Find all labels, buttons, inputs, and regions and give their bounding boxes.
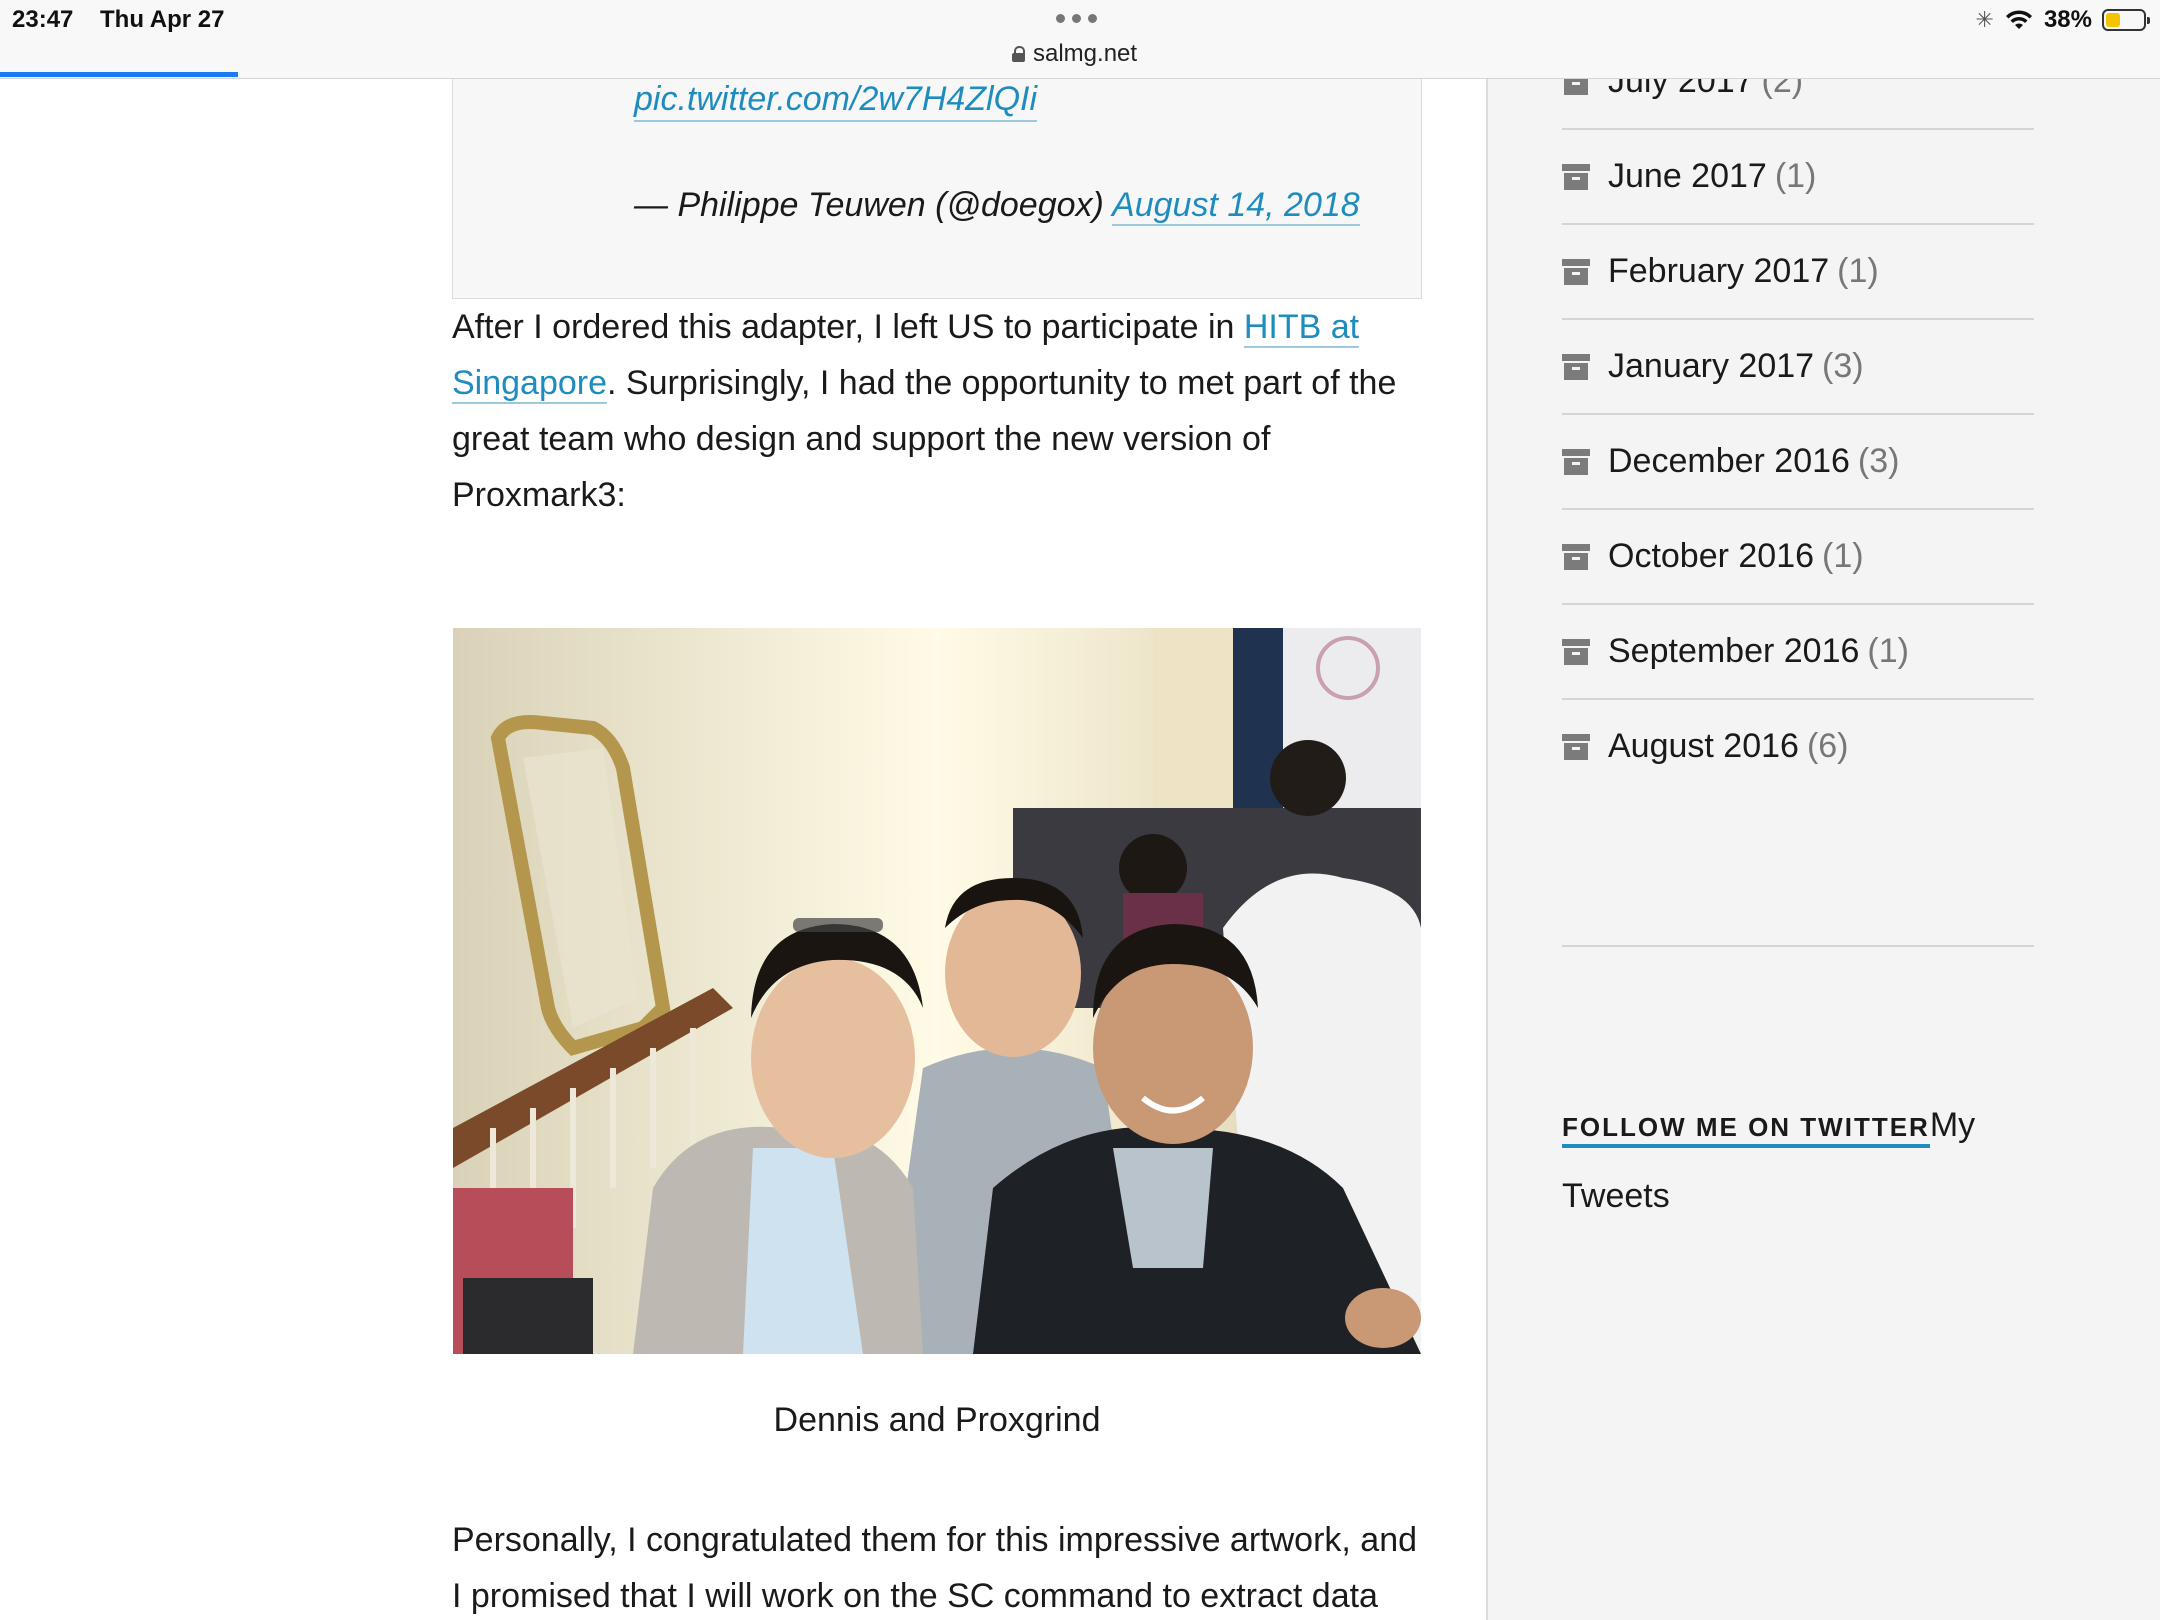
archive-label: September 2016 [1608,632,1860,670]
group-photo [453,628,1421,1354]
my-tweets-link[interactable]: My [1930,1106,1975,1144]
status-indicators: ✳ 38% [1975,6,2150,34]
multitasking-dots-icon[interactable] [1056,14,1097,23]
archive-count: (1) [1867,632,1909,670]
lock-icon [1012,46,1025,62]
battery-percent: 38% [2043,6,2092,33]
status-date: Thu Apr 27 [100,6,225,33]
archive-item[interactable]: January 2017 (3) [1562,320,2034,415]
archive-count: (3) [1822,347,1864,385]
archive-label: February 2017 [1608,252,1830,290]
article-content: pic.twitter.com/2w7H4ZlQIi — Philippe Te… [0,79,1486,1620]
tweets-link[interactable]: Tweets [1562,1177,1670,1216]
tweet-date-link[interactable]: August 14, 2018 [1112,186,1360,226]
archive-item[interactable]: October 2016 (1) [1562,510,2034,605]
archive-count: (1) [1822,537,1864,575]
archive-icon [1562,638,1590,665]
archive-count: (3) [1857,442,1900,480]
archive-item[interactable]: July 2017 (2) [1562,79,2034,130]
twitter-widget-header: Follow Me on TwitterMy [1562,1103,1975,1148]
archive-label: October 2016 [1608,537,1815,575]
article-paragraph: Personally, I congratulated them for thi… [452,1521,1418,1615]
sidebar: July 2017 (2) June 2017 (1) February 2017(… [1486,79,2160,1620]
archives-list: July 2017 (2) June 2017 (1) February 2017(… [1562,79,2034,793]
archive-count: (2) [1761,79,1804,100]
archive-icon [1562,448,1590,475]
archive-label: August 2016 [1608,727,1799,765]
archive-item[interactable]: September 2016 (1) [1562,605,2034,700]
battery-icon [2102,9,2150,31]
archive-icon [1562,543,1590,570]
archive-label: June 2017 [1608,157,1767,195]
archive-count: (6) [1806,727,1849,765]
archive-item[interactable]: June 2017 (1) [1562,130,2034,225]
archive-count: (1) [1837,252,1879,290]
archive-label: December 2016 [1608,442,1850,480]
photo-illustration [453,628,1421,1354]
status-time: 23:47 [12,6,74,33]
archive-item[interactable]: February 2017 (1) [1562,225,2034,320]
address-bar[interactable]: salmg.net [1012,40,1137,68]
archive-icon [1562,79,1590,95]
tweet-author: — Philippe Teuwen (@doegox) [634,186,1113,224]
archive-icon [1562,733,1590,760]
sidebar-divider [1562,945,2034,947]
archive-count: (1) [1774,157,1817,195]
archive-label: July 2017 [1608,79,1754,100]
archive-item[interactable]: August 2016 (6) [1562,700,2034,793]
archive-icon [1562,163,1590,190]
archive-icon [1562,258,1590,285]
archive-icon [1562,353,1590,380]
widget-title: Follow Me on Twitter [1562,1112,1930,1148]
photo-caption: Dennis and Proxgrind [773,1401,1101,1439]
activity-spinner-icon: ✳ [1975,7,1994,32]
page-load-progress [0,72,238,77]
article-paragraph: After I ordered this adapter, I left US … [452,299,1432,523]
wifi-icon [2005,10,2032,29]
paragraph-text: After I ordered this adapter, I left US … [452,308,1244,346]
archive-item[interactable]: December 2016 (3) [1562,415,2034,510]
browser-top-bar: 23:47 Thu Apr 27 salmg.net ✳ 38% [0,0,2160,79]
archive-label: January 2017 [1608,347,1815,385]
tweet-attribution: — Philippe Teuwen (@doegox) August 14, 2… [634,185,1360,226]
tweet-pic-link[interactable]: pic.twitter.com/2w7H4ZlQIi [634,79,1038,122]
url-text: salmg.net [1033,40,1138,67]
